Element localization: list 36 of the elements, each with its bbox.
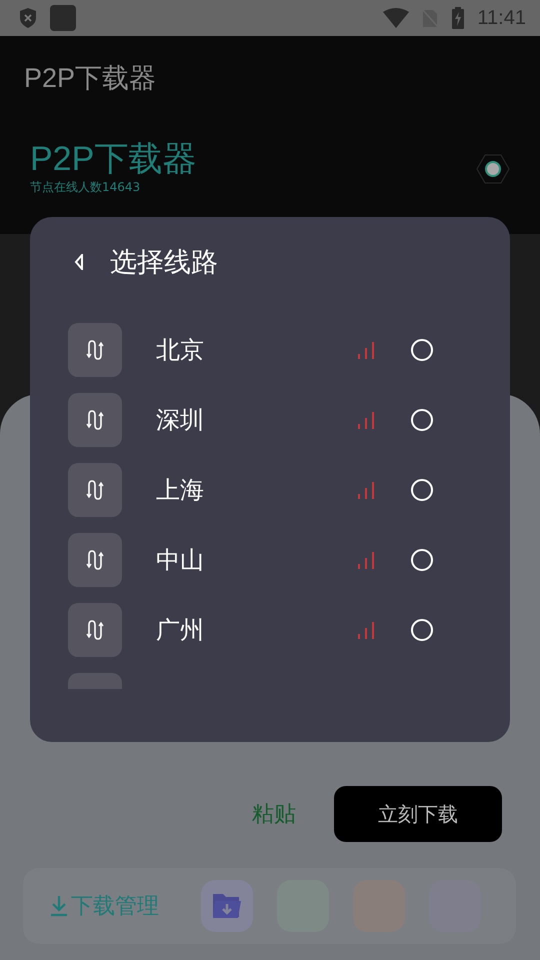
dialog-title: 选择线路	[110, 246, 218, 280]
brand-title: P2P下载器	[30, 138, 196, 178]
wifi-icon	[383, 8, 410, 28]
clock: 11:41	[477, 6, 526, 30]
route-name: 中山	[156, 545, 205, 576]
radio-button[interactable]	[410, 548, 434, 572]
route-name: 广州	[156, 615, 205, 646]
back-icon[interactable]	[74, 254, 84, 270]
signal-icon	[356, 550, 376, 570]
signal-icon	[356, 410, 376, 430]
signal-icon	[356, 340, 376, 360]
app-title: P2P下载器	[24, 62, 156, 95]
radio-button[interactable]	[410, 618, 434, 642]
battery-charging-icon	[451, 7, 466, 29]
status-toggle-icon[interactable]	[476, 154, 510, 184]
online-count: 节点在线人数14643	[30, 178, 142, 196]
radio-button[interactable]	[410, 478, 434, 502]
radio-button[interactable]	[410, 338, 434, 362]
app-icon	[50, 5, 76, 31]
route-name: 北京	[156, 335, 205, 366]
signal-icon	[356, 480, 376, 500]
route-icon	[68, 393, 122, 447]
route-name: 深圳	[156, 405, 205, 436]
paste-button[interactable]: 粘贴	[252, 799, 296, 829]
download-now-button[interactable]: 立刻下载	[334, 786, 502, 842]
route-name: 上海	[156, 475, 205, 506]
route-icon	[68, 463, 122, 517]
route-tile	[68, 673, 122, 689]
route-icon	[68, 533, 122, 587]
radio-button[interactable]	[410, 408, 434, 432]
download-manager-link[interactable]: 下载管理	[71, 891, 159, 921]
download-icon	[49, 895, 69, 917]
route-icon	[68, 323, 122, 377]
route-icon	[68, 603, 122, 657]
shield-icon	[18, 7, 38, 29]
signal-icon	[356, 620, 376, 640]
